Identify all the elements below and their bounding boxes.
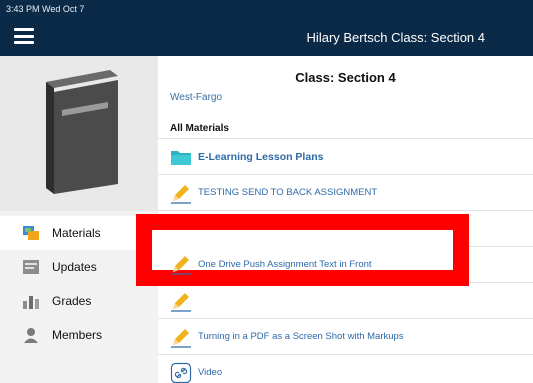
- list-item-label: E-Learning Lesson Plans: [198, 150, 324, 163]
- list-item[interactable]: Video: [158, 354, 533, 383]
- grades-icon: [22, 293, 40, 309]
- pencil-icon: [171, 328, 191, 348]
- sidebar-item-grades[interactable]: Grades: [0, 284, 158, 318]
- sidebar-nav: Materials Updates Grades Members: [0, 216, 158, 352]
- page-title: Hilary Bertsch Class: Section 4: [306, 30, 485, 45]
- updates-icon: [22, 259, 40, 275]
- sidebar-item-label: Updates: [52, 260, 97, 274]
- section-label: All Materials: [170, 123, 229, 134]
- book-icon: [46, 70, 118, 194]
- folder-icon: [171, 150, 191, 165]
- hamburger-menu-icon[interactable]: [14, 28, 34, 44]
- materials-icon: [22, 225, 40, 241]
- top-bar: 3:43 PM Wed Oct 7 Hilary Bertsch Class: …: [0, 0, 533, 56]
- video-link-icon: [170, 362, 192, 383]
- highlighted-list-item[interactable]: One Drive Push Assignment Text in Front: [158, 246, 458, 282]
- school-name: West-Fargo: [170, 92, 223, 103]
- class-cover: [0, 56, 158, 211]
- list-item[interactable]: [158, 282, 533, 318]
- list-item-label: Video: [198, 367, 223, 378]
- sidebar-item-label: Members: [52, 328, 103, 342]
- list-item[interactable]: Turning in a PDF as a Screen Shot with M…: [158, 318, 533, 354]
- members-icon: [22, 327, 40, 343]
- list-item[interactable]: TESTING SEND TO BACK ASSIGNMENT: [158, 174, 533, 210]
- sidebar-item-updates[interactable]: Updates: [0, 250, 158, 284]
- sidebar-item-label: Grades: [52, 294, 92, 308]
- list-item-label: TESTING SEND TO BACK ASSIGNMENT: [198, 187, 378, 198]
- list-item-folder[interactable]: E-Learning Lesson Plans: [158, 138, 533, 174]
- class-heading: Class: Section 4: [295, 70, 396, 85]
- sidebar-item-members[interactable]: Members: [0, 318, 158, 352]
- list-item-label: One Drive Push Assignment Text in Front: [198, 258, 372, 270]
- list-item-label: Turning in a PDF as a Screen Shot with M…: [198, 331, 404, 342]
- status-bar-time: 3:43 PM Wed Oct 7: [6, 4, 85, 14]
- pencil-icon: [171, 256, 191, 275]
- sidebar: Materials Updates Grades Members: [0, 56, 158, 383]
- sidebar-item-materials[interactable]: Materials: [0, 216, 158, 250]
- pencil-icon: [171, 292, 191, 312]
- pencil-icon: [171, 184, 191, 204]
- sidebar-item-label: Materials: [52, 226, 101, 240]
